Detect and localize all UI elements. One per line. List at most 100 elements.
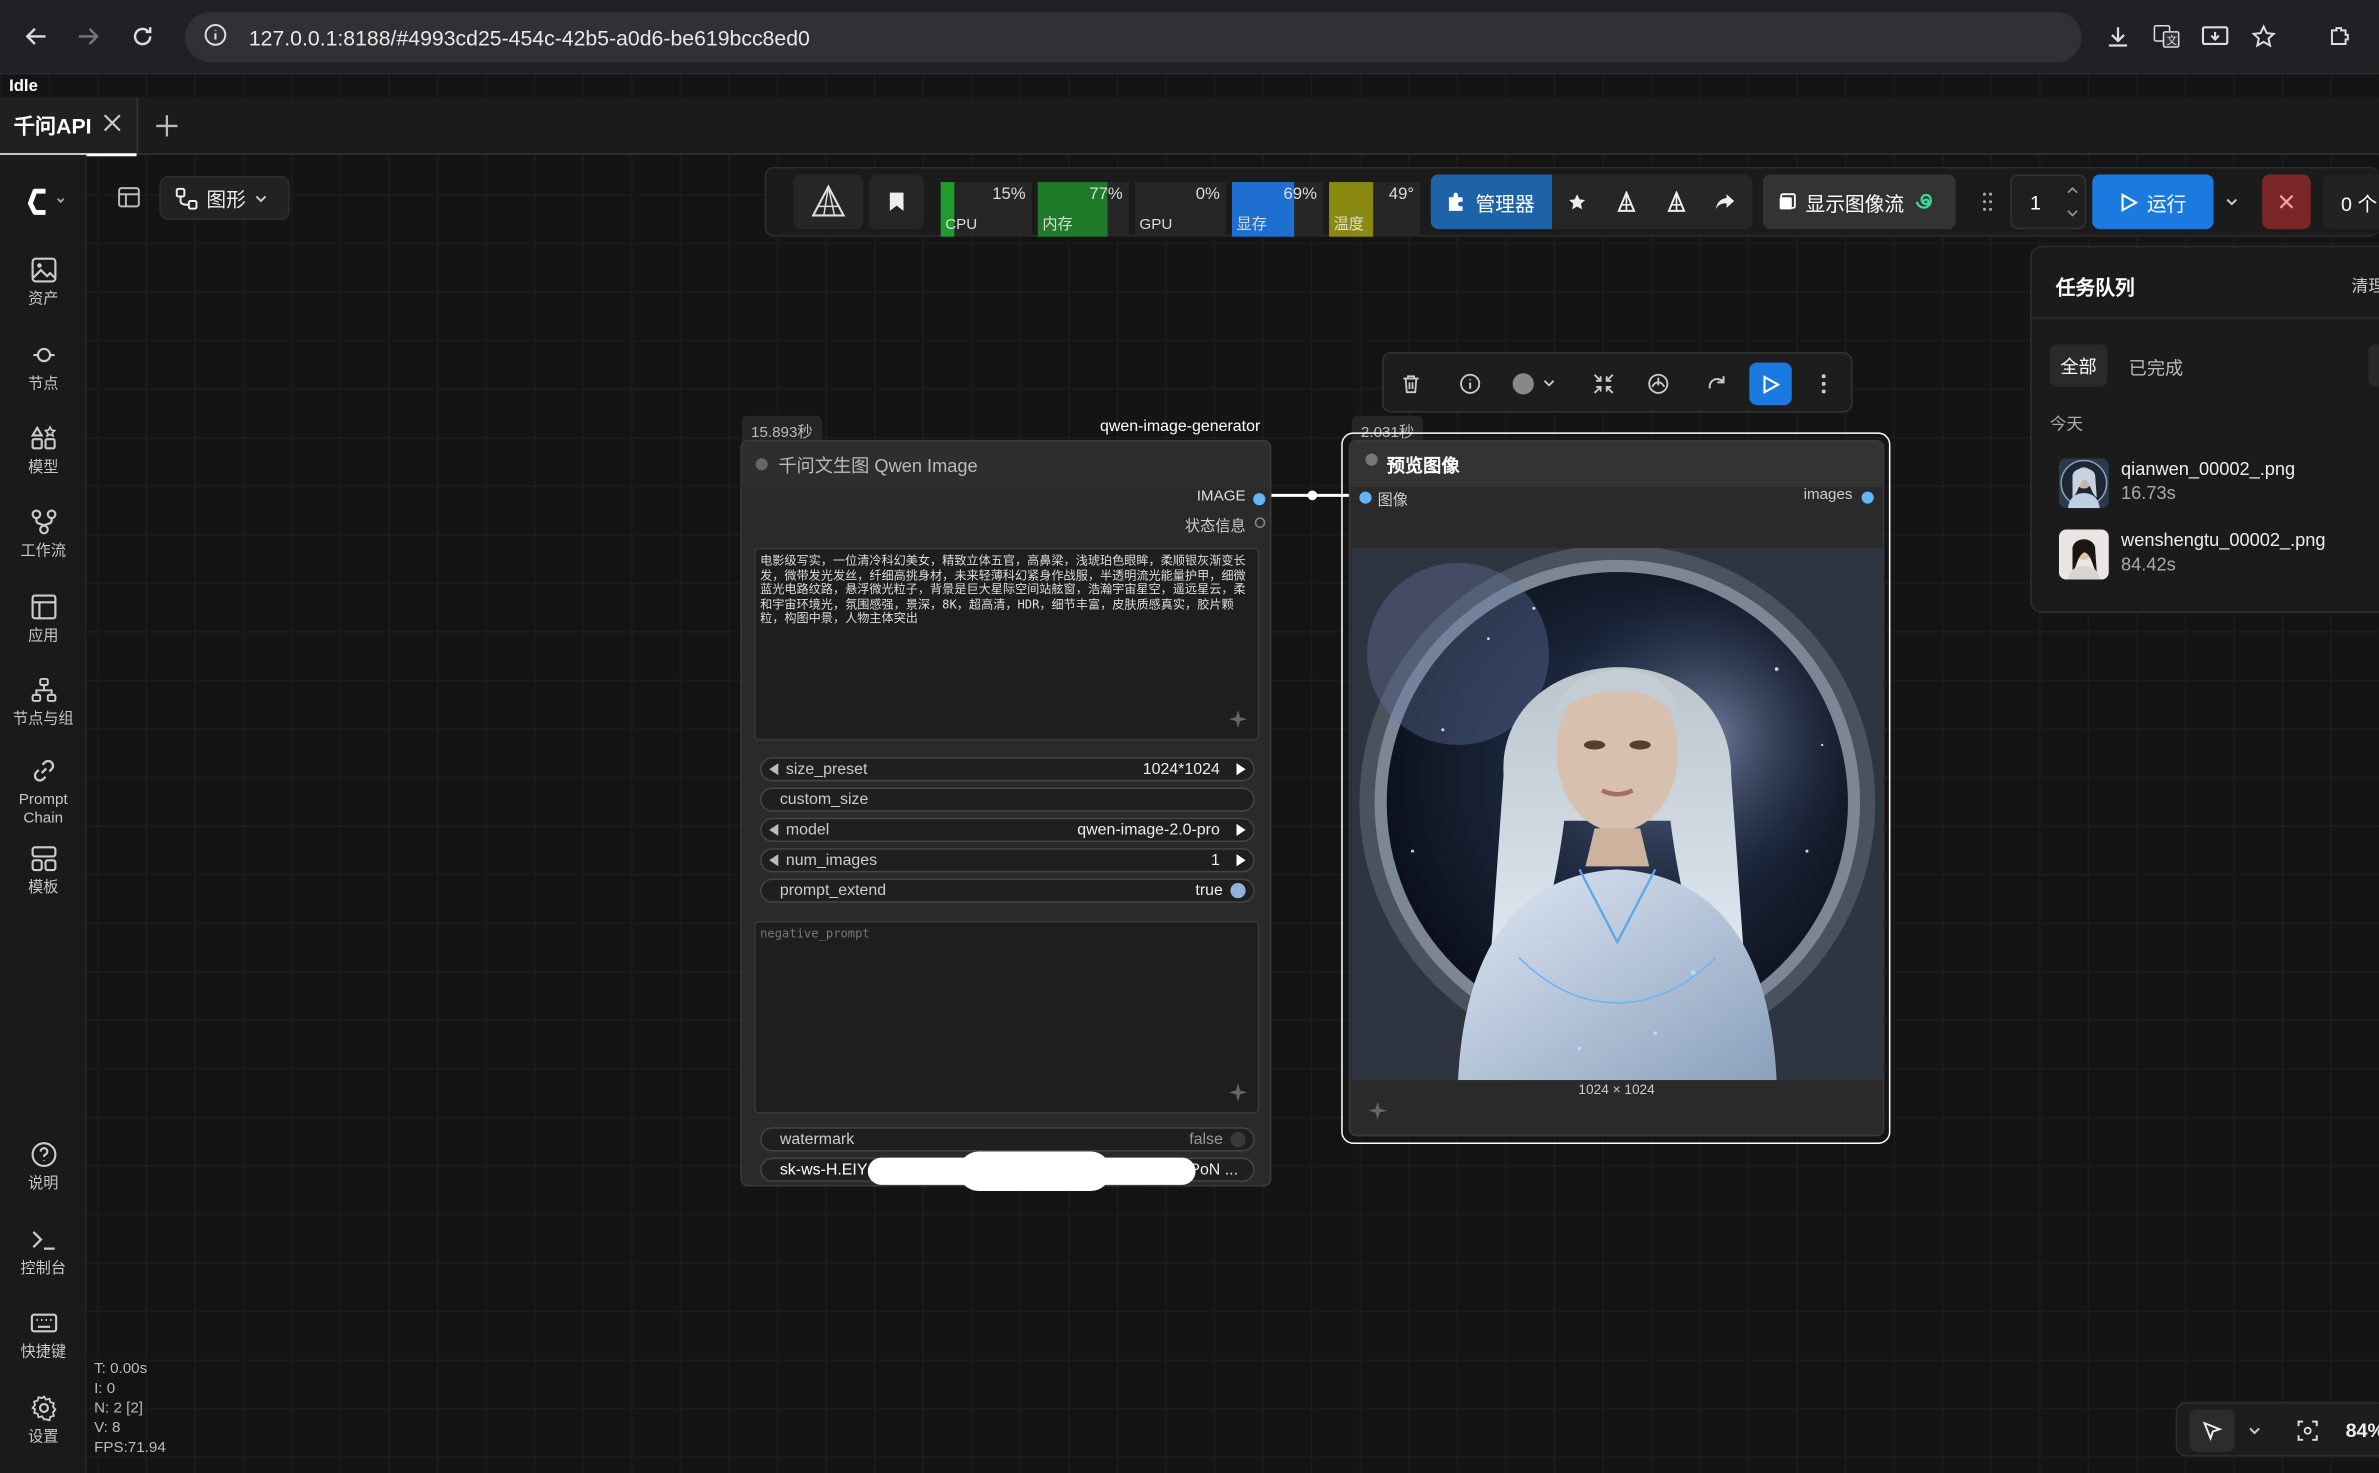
output-slot-images[interactable]: [1861, 491, 1874, 504]
input-slot-image[interactable]: [1359, 491, 1372, 504]
size-preset-combo[interactable]: size_preset 1024*1024: [760, 757, 1255, 782]
sparkle-icon[interactable]: [1227, 709, 1248, 730]
negative-prompt-textarea[interactable]: negative_prompt: [754, 920, 1260, 1114]
clear-queue-button[interactable]: 清理: [2352, 273, 2379, 297]
toggle-off-indicator[interactable]: [1230, 1131, 1246, 1148]
crystal-icon: [811, 184, 846, 217]
install-app-icon[interactable]: [2200, 21, 2230, 51]
gpu-value: 0%: [1195, 185, 1220, 204]
redo-icon[interactable]: [1702, 369, 1732, 399]
sidebar-item-help[interactable]: 说明: [0, 1141, 86, 1194]
node-color-picker[interactable]: [1508, 369, 1563, 399]
preview-image-node[interactable]: 预览图像 图像 images 1024 × 1024: [1348, 439, 1885, 1137]
star-icon[interactable]: [1558, 187, 1594, 217]
queue-item[interactable]: wenshengtu_00002_.png 84.42s: [2058, 526, 2378, 581]
workflow-tab[interactable]: 千问API: [0, 97, 139, 157]
translate-icon[interactable]: 文: [2151, 21, 2181, 51]
tab-completed[interactable]: 已完成: [2129, 355, 2184, 381]
sidebar-item-node-groups[interactable]: 节点与组: [0, 677, 86, 730]
extensions-icon[interactable]: [2324, 21, 2354, 51]
crystools-logo-button[interactable]: [793, 174, 864, 230]
redaction-mask: [958, 1151, 1111, 1192]
cancel-run-button[interactable]: [2262, 174, 2311, 230]
fit-view-icon[interactable]: [2292, 1416, 2322, 1446]
num-images-stepper[interactable]: num_images 1: [760, 848, 1255, 873]
custom-size-input[interactable]: custom_size: [760, 787, 1255, 812]
bookmark-star-icon[interactable]: [2248, 21, 2278, 51]
address-bar[interactable]: 127.0.0.1:8188/#4993cd25-454c-42b5-a0d6-…: [185, 12, 2082, 63]
graph-mode-dropdown[interactable]: 图形: [159, 175, 290, 220]
arrow-left-icon[interactable]: [769, 823, 779, 836]
run-node-button[interactable]: [1749, 362, 1792, 406]
sidebar-item-console[interactable]: 控制台: [0, 1226, 86, 1279]
model-download-icon[interactable]: [1658, 187, 1694, 217]
stepper-arrows-icon[interactable]: [2066, 185, 2078, 218]
output-slot-status[interactable]: [1254, 517, 1266, 528]
sidebar-item-shortcuts[interactable]: 快捷键: [0, 1309, 86, 1362]
node-header[interactable]: 千问文生图 Qwen Image: [741, 441, 1270, 488]
queue-count-button[interactable]: 0 个: [2322, 174, 2379, 230]
collapse-icon[interactable]: [1589, 369, 1619, 399]
pointer-tool-icon[interactable]: [2189, 1409, 2235, 1452]
model-share-icon[interactable]: [1608, 187, 1644, 217]
widget-value: 1: [1210, 851, 1220, 870]
show-image-feed-button[interactable]: 显示图像流: [1762, 174, 1956, 230]
node-header[interactable]: 预览图像: [1350, 441, 1883, 488]
arrow-right-icon[interactable]: [1236, 763, 1246, 776]
arrow-left-icon[interactable]: [769, 854, 779, 867]
output-slot-image[interactable]: [1253, 493, 1266, 506]
node-status-dot[interactable]: [755, 458, 768, 471]
share-icon[interactable]: [1707, 187, 1743, 217]
preview-image[interactable]: [1351, 547, 1885, 1081]
add-tab-icon[interactable]: [152, 111, 182, 141]
arrow-right-icon[interactable]: [1236, 854, 1246, 867]
manager-button[interactable]: 管理器: [1430, 174, 1553, 230]
queue-group-today: 今天: [2049, 415, 2084, 434]
prompt-textarea[interactable]: 电影级写实，一位清冷科幻美女，精致立体五官，高鼻梁，浅琥珀色眼眸，柔顺银灰渐变长…: [754, 547, 1260, 741]
queue-filter-button[interactable]: [2368, 344, 2379, 387]
back-icon[interactable]: [18, 18, 54, 54]
logo[interactable]: [0, 185, 86, 226]
tab-all[interactable]: 全部: [2049, 344, 2108, 387]
api-key-input[interactable]: sk-ws-H.EIY PoN ...: [760, 1151, 1255, 1192]
bookmark-button[interactable]: [869, 174, 924, 230]
arrow-right-icon[interactable]: [1236, 823, 1246, 836]
arrow-left-icon[interactable]: [769, 763, 779, 776]
reload-icon[interactable]: [124, 18, 160, 54]
canvas-controls: 84%: [2175, 1401, 2379, 1457]
model-combo[interactable]: model qwen-image-2.0-pro: [760, 817, 1255, 843]
site-info-icon[interactable]: [203, 23, 227, 52]
prompt-extend-toggle[interactable]: prompt_extend true: [760, 878, 1255, 903]
batch-count-stepper[interactable]: 1: [2010, 174, 2087, 230]
toggle-on-indicator[interactable]: [1230, 883, 1246, 899]
sidebar-item-nodes[interactable]: 节点: [0, 341, 86, 394]
bypass-icon[interactable]: [1643, 369, 1673, 399]
sidebar-item-apps[interactable]: 应用: [0, 593, 86, 646]
run-button[interactable]: 运行: [2092, 174, 2214, 230]
drag-handle-icon[interactable]: [1977, 187, 1998, 217]
queue-item[interactable]: qianwen_00002_.png 16.73s: [2058, 455, 2378, 510]
run-options-chevron-icon[interactable]: [2217, 174, 2247, 229]
sparkle-icon[interactable]: [1227, 1082, 1248, 1103]
more-options-icon[interactable]: [1809, 369, 1839, 399]
sidebar-item-settings[interactable]: 设置: [0, 1394, 86, 1447]
watermark-toggle[interactable]: watermark false: [760, 1127, 1255, 1152]
sidebar-item-models[interactable]: 模型: [0, 425, 86, 478]
qwen-image-node[interactable]: 千问文生图 Qwen Image IMAGE 状态信息 电影级写实，一位清冷科幻…: [740, 439, 1272, 1192]
sidebar-item-templates[interactable]: 模板: [0, 845, 86, 898]
info-icon[interactable]: [1455, 369, 1485, 399]
zoom-level[interactable]: 84%: [2346, 1419, 2379, 1442]
sidebar-item-workflows[interactable]: 工作流: [0, 508, 86, 561]
download-icon[interactable]: [2103, 21, 2133, 51]
sidebar-item-assets[interactable]: 资产: [0, 256, 86, 309]
node-status-dot[interactable]: [1365, 453, 1378, 466]
close-tab-icon[interactable]: [102, 112, 123, 138]
forward-icon[interactable]: [70, 18, 106, 54]
sparkle-icon[interactable]: [1367, 1100, 1388, 1121]
toggle-panel-icon[interactable]: [112, 181, 145, 214]
delete-icon[interactable]: [1396, 369, 1426, 399]
sidebar-item-prompt-chain[interactable]: Prompt Chain: [0, 757, 86, 828]
tool-menu-chevron-icon[interactable]: [2241, 1416, 2268, 1446]
svg-text:文: 文: [2167, 34, 2178, 47]
widget-name: watermark: [779, 1130, 855, 1149]
